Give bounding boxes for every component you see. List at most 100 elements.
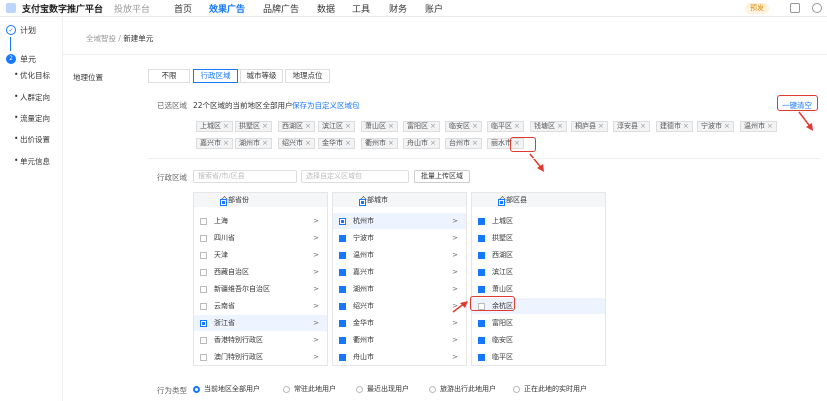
checkbox-icon[interactable] [339,269,346,276]
prov-row[interactable]: 新疆维吾尔自治区 > [194,281,327,297]
prov-row[interactable]: 澳门特别行政区 > [194,349,327,365]
chevron-right-icon[interactable]: > [313,213,319,229]
prov-row[interactable]: 西藏自治区 > [194,264,327,280]
behavior-realtime[interactable]: 正在此地的实时用户 [524,384,587,394]
dist-row[interactable]: 拱墅区 [472,230,605,246]
checkbox-icon[interactable] [200,286,207,293]
chevron-right-icon[interactable]: > [452,332,458,348]
city-row[interactable]: 绍兴市 > [333,298,466,314]
step-unit[interactable]: 单元 [20,54,36,65]
platform-switch[interactable]: 投放平台 [114,2,150,15]
prov-row[interactable]: 天津 > [194,247,327,263]
chevron-right-icon[interactable]: > [313,315,319,331]
nav-optimize-goal[interactable]: 优化目标 [14,70,50,81]
chip-remove-icon[interactable]: × [388,139,394,147]
nav-finance[interactable]: 财务 [389,2,407,15]
checkbox-icon[interactable] [339,354,346,361]
chevron-right-icon[interactable]: > [452,230,458,246]
dist-row[interactable]: 萧山区 [472,281,605,297]
tab-city-tier[interactable]: 城市等级 [240,69,283,83]
chevron-right-icon[interactable]: > [313,298,319,314]
dist-row[interactable]: 临平区 [472,349,605,365]
prov-row[interactable]: 浙江省 > [194,315,327,331]
checkbox-icon[interactable] [478,286,485,293]
chevron-right-icon[interactable]: > [313,332,319,348]
chip-remove-icon[interactable]: × [472,122,478,130]
district-header[interactable]: 全部区县 [472,193,605,207]
chevron-right-icon[interactable]: > [313,349,319,365]
prov-row[interactable]: 四川省 > [194,230,327,246]
behavior-radio-realtime[interactable] [513,386,520,393]
checkbox-icon[interactable] [200,320,207,327]
checkbox-icon[interactable] [339,320,346,327]
behavior-travel[interactable]: 旅游出行此地用户 [440,384,496,394]
tab-geo-point[interactable]: 地理点位 [285,69,330,83]
checkbox-icon[interactable] [478,354,485,361]
dist-row[interactable]: 西湖区 [472,247,605,263]
save-region-link[interactable]: 保存为自定义区域包 [292,100,360,111]
tab-admin-region[interactable]: 行政区域 [193,69,238,83]
chevron-right-icon[interactable]: > [313,230,319,246]
batch-upload-button[interactable]: 批量上传区域 [414,170,470,183]
step-plan[interactable]: 计划 [20,25,36,36]
dist-row[interactable]: 临安区 [472,332,605,348]
behavior-radio-resident[interactable] [283,386,290,393]
behavior-recent[interactable]: 最近出现用户 [367,384,409,394]
checkbox-icon[interactable] [478,337,485,344]
message-icon[interactable] [790,3,800,13]
chevron-right-icon[interactable]: > [452,264,458,280]
chip-remove-icon[interactable]: × [223,139,229,147]
city-row[interactable]: 湖州市 > [333,281,466,297]
checkbox-icon[interactable] [200,354,207,361]
behavior-all[interactable]: 当前地区全部用户 [204,384,260,394]
chip-remove-icon[interactable]: × [683,122,689,130]
nav-unit-info[interactable]: 单元信息 [14,156,50,167]
nav-bid[interactable]: 出价设置 [14,134,50,145]
checkbox-icon[interactable] [478,320,485,327]
nav-performance-ads[interactable]: 效果广告 [209,2,245,15]
behavior-radio-travel[interactable] [429,386,436,393]
checkbox-icon[interactable] [339,303,346,310]
checkbox-icon[interactable] [200,337,207,344]
chevron-right-icon[interactable]: > [452,247,458,263]
region-search-input[interactable]: 搜索省/市/区县 [193,170,297,183]
checkbox-icon[interactable] [478,218,485,225]
checkbox-icon[interactable] [200,218,207,225]
checkbox-icon[interactable] [220,199,227,206]
nav-home[interactable]: 首页 [174,2,192,15]
help-icon[interactable] [812,3,822,13]
city-row[interactable]: 杭州市 > [333,213,466,229]
chip-remove-icon[interactable]: × [223,122,229,130]
checkbox-icon[interactable] [200,269,207,276]
city-row[interactable]: 温州市 > [333,247,466,263]
checkbox-icon[interactable] [200,235,207,242]
city-row[interactable]: 宁波市 > [333,230,466,246]
dist-row[interactable]: 上城区 [472,213,605,229]
chip-remove-icon[interactable]: × [262,139,268,147]
breadcrumb-parent[interactable]: 全域智投 [86,34,116,43]
prov-row[interactable]: 云南省 > [194,298,327,314]
chevron-right-icon[interactable]: > [452,349,458,365]
chip-remove-icon[interactable]: × [514,122,520,130]
chip-remove-icon[interactable]: × [767,122,773,130]
city-row[interactable]: 舟山市 > [333,349,466,365]
checkbox-icon[interactable] [200,252,207,259]
chip-remove-icon[interactable]: × [557,122,563,130]
chevron-right-icon[interactable]: > [313,264,319,280]
checkbox-icon[interactable] [339,235,346,242]
checkbox-icon[interactable] [200,303,207,310]
chevron-right-icon[interactable]: > [452,213,458,229]
prov-row[interactable]: 上海 > [194,213,327,229]
chip-remove-icon[interactable]: × [472,139,478,147]
city-row[interactable]: 嘉兴市 > [333,264,466,280]
checkbox-icon[interactable] [478,235,485,242]
city-header[interactable]: 全部城市 [333,193,466,207]
chip-remove-icon[interactable]: × [305,122,311,130]
chevron-right-icon[interactable]: > [452,281,458,297]
nav-data[interactable]: 数据 [317,2,335,15]
dist-row[interactable]: 富阳区 [472,315,605,331]
checkbox-icon[interactable] [478,269,485,276]
chip-remove-icon[interactable]: × [430,139,436,147]
tab-unlimited[interactable]: 不限 [148,69,190,83]
behavior-radio-recent[interactable] [356,386,363,393]
